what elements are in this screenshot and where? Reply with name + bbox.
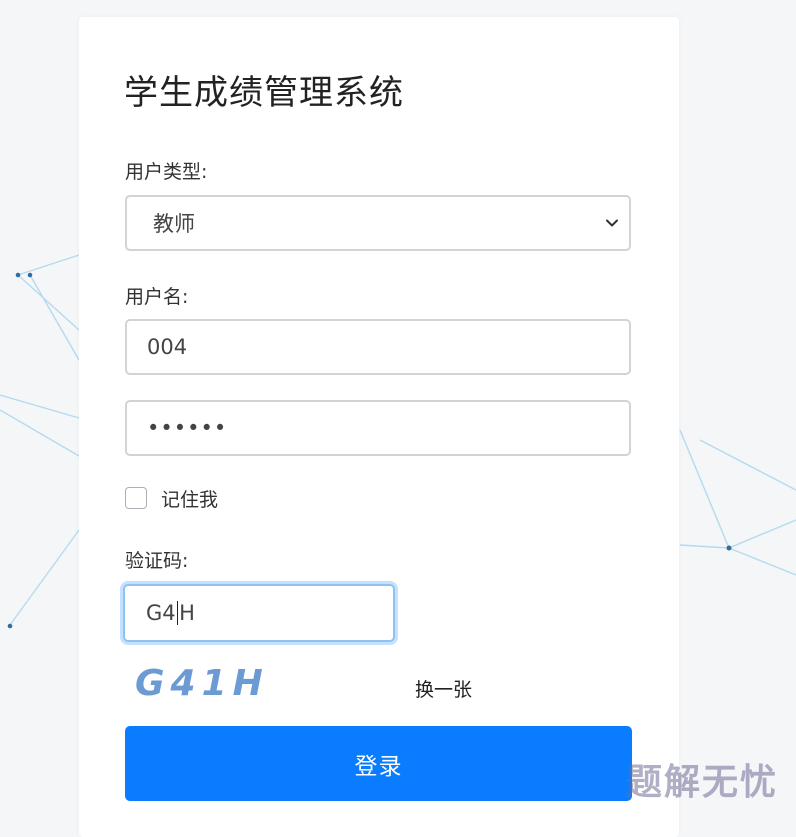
username-input[interactable]: 004 [125,319,631,375]
username-label: 用户名: [125,286,189,308]
text-caret [176,601,179,625]
username-value: 004 [147,335,188,359]
password-value: •••••• [147,416,228,440]
captcha-input[interactable]: G4 H [123,584,395,642]
user-type-value: 教师 [153,212,195,236]
captcha-image[interactable]: G41H [133,657,273,707]
watermark: 题解无忧 [625,762,778,803]
captcha-label: 验证码: [125,550,189,572]
login-button[interactable]: 登录 [125,726,632,801]
chevron-down-icon [606,219,618,227]
remember-me-label: 记住我 [161,489,219,511]
refresh-captcha-link[interactable]: 换一张 [415,675,472,702]
remember-me-checkbox[interactable] [125,487,147,509]
captcha-image-text: G41H [135,663,269,704]
login-card: 学生成绩管理系统 用户类型: 教师 用户名: 004 •••••• 记住我 验证… [79,17,679,837]
captcha-input-text-before-caret: G4 [146,601,176,625]
page-title: 学生成绩管理系统 [124,73,404,113]
captcha-input-text-after-caret: H [179,601,195,625]
user-type-label: 用户类型: [125,161,208,183]
user-type-select[interactable]: 教师 [125,195,631,251]
password-input[interactable]: •••••• [125,400,631,456]
